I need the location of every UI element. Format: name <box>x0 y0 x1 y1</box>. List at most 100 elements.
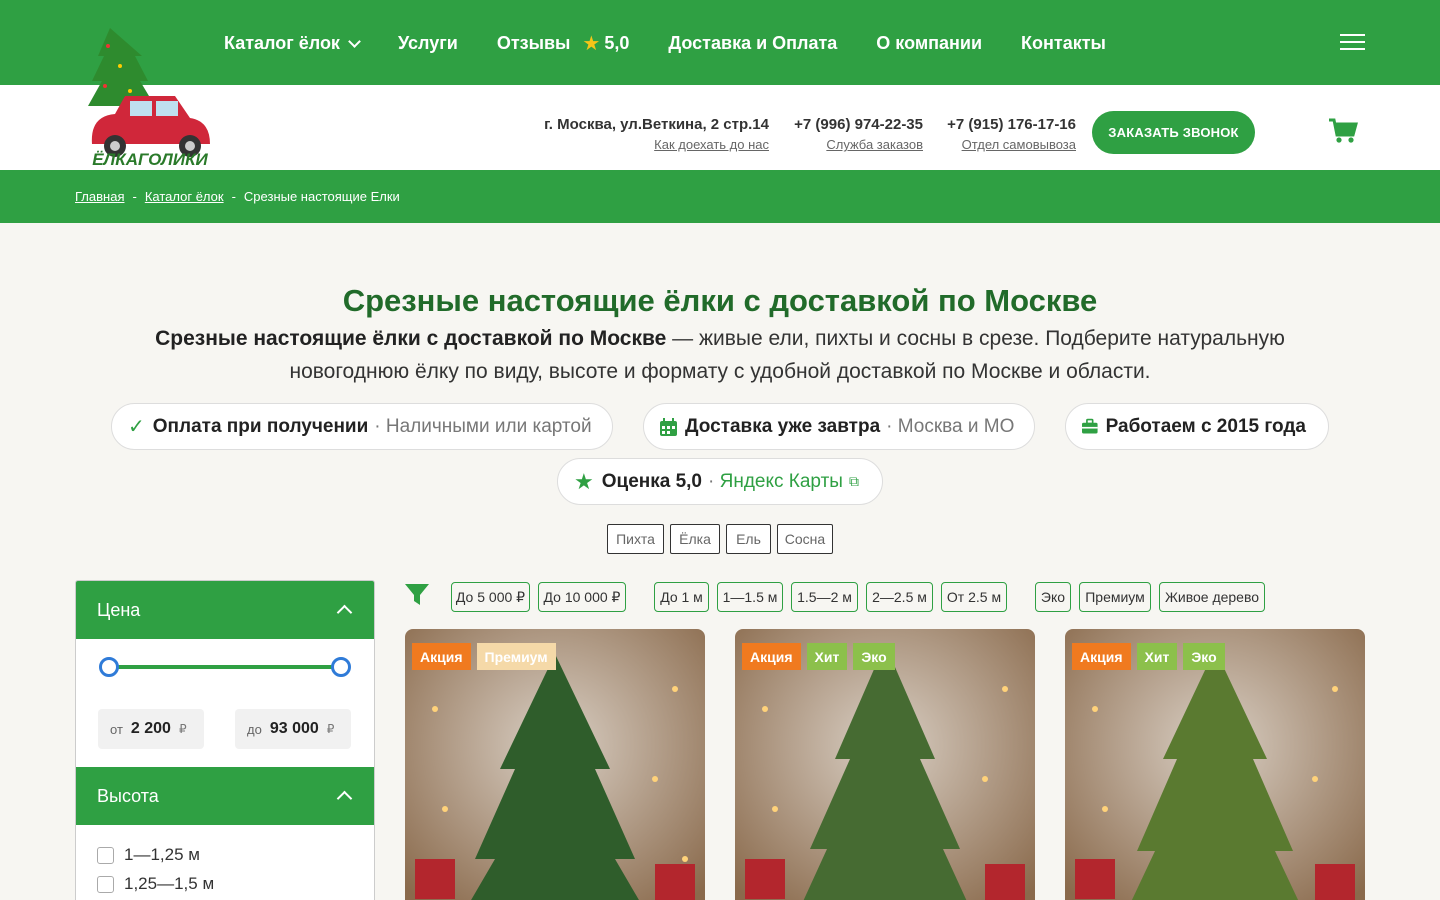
filter-icon[interactable] <box>405 584 429 611</box>
badge-premium: Премиум <box>476 643 556 670</box>
nav-rating: 5,0 <box>604 33 630 53</box>
filter-live-tree[interactable]: Живое дерево <box>1159 582 1265 612</box>
price-to-value: 93 000 <box>269 720 319 737</box>
briefcase-icon <box>1082 418 1098 434</box>
cart-icon[interactable] <box>1328 118 1358 144</box>
check-icon: ✓ <box>128 416 145 438</box>
calendar-icon <box>660 417 677 436</box>
feature-title: Работаем с 2015 года <box>1105 415 1306 437</box>
star-icon: ★ <box>582 33 601 55</box>
badge-promo: Акция <box>1072 643 1131 670</box>
order-call-button[interactable]: ЗАКАЗАТЬ ЗВОНОК <box>1092 111 1255 154</box>
price-from-field[interactable]: от 2 200 ₽ <box>98 709 204 749</box>
nav-delivery[interactable]: Доставка и Оплата <box>668 33 837 54</box>
breadcrumb-home[interactable]: Главная <box>75 189 124 204</box>
badges: Акция Премиум <box>412 643 562 670</box>
breadcrumb-separator: - <box>132 189 137 204</box>
nav-reviews[interactable]: Отзывы ★ 5,0 <box>497 31 630 56</box>
price-slider-min-handle[interactable] <box>99 657 119 677</box>
filter-height-2.5[interactable]: От 2.5 м <box>941 582 1007 612</box>
yandex-maps-link[interactable]: Яндекс Карты <box>720 471 843 493</box>
filter-height-2-2.5[interactable]: 2—2.5 м <box>866 582 933 612</box>
feature-title: Оплата при получении <box>152 415 369 437</box>
nav-services[interactable]: Услуги <box>398 33 458 54</box>
nav-catalog-label: Каталог ёлок <box>224 33 340 53</box>
lead-bold: Срезные настоящие ёлки с доставкой по Мо… <box>155 327 667 350</box>
logo[interactable]: ЁЛКАГОЛИКИ <box>80 26 220 169</box>
filter-premium[interactable]: Премиум <box>1079 582 1151 612</box>
tag-elka[interactable]: Ёлка <box>670 524 720 554</box>
price-slider-max-handle[interactable] <box>331 657 351 677</box>
page-lead: Срезные настоящие ёлки с доставкой по Мо… <box>120 322 1320 388</box>
address-text: г. Москва, ул.Веткина, 2 стр.14 <box>544 116 769 133</box>
feature-rating[interactable]: ★ Оценка 5,0 · Яндекс Карты ⧉ <box>557 458 883 505</box>
feature-dot: · <box>708 470 720 492</box>
badge-eco: Эко <box>1183 643 1225 670</box>
badge-promo: Акция <box>412 643 471 670</box>
height-checkbox[interactable]: 1—1,25 м <box>97 845 200 865</box>
price-section-title: Цена <box>97 599 141 620</box>
breadcrumb-current: Срезные настоящие Елки <box>243 189 400 204</box>
menu-icon[interactable] <box>1340 34 1365 52</box>
currency: ₽ <box>326 722 335 736</box>
external-link-icon: ⧉ <box>848 473 859 489</box>
price-slider[interactable] <box>76 639 374 699</box>
filter-height-1-1.5[interactable]: 1—1.5 м <box>717 582 783 612</box>
product-card[interactable]: Акция Хит Эко <box>1065 629 1365 900</box>
feature-title: Доставка уже завтра <box>685 415 881 437</box>
breadcrumb-catalog[interactable]: Каталог ёлок <box>145 189 224 204</box>
price-to-field[interactable]: до 93 000 ₽ <box>235 709 351 749</box>
page-title: Срезные настоящие ёлки с доставкой по Мо… <box>342 283 1098 318</box>
currency: ₽ <box>178 722 187 736</box>
breadcrumb-separator: - <box>231 189 236 204</box>
height-section-header[interactable]: Высота <box>76 767 374 825</box>
filter-price-10000[interactable]: До 10 000 ₽ <box>538 582 626 612</box>
logo-text: ЁЛКАГОЛИКИ <box>92 150 208 166</box>
feature-sub: Москва и МО <box>897 415 1015 437</box>
address-block: г. Москва, ул.Веткина, 2 стр.14 Как доех… <box>544 116 769 152</box>
checkbox[interactable] <box>97 875 114 893</box>
feature-dot: · <box>886 415 898 437</box>
breadcrumb: Главная - Каталог ёлок - Срезные настоящ… <box>0 170 1440 223</box>
filter-eco[interactable]: Эко <box>1035 582 1071 612</box>
chevron-up-icon <box>336 790 353 807</box>
filter-price-5000[interactable]: До 5 000 ₽ <box>451 582 530 612</box>
phone2-link[interactable]: Отдел самовывоза <box>962 137 1076 152</box>
filter-height-1[interactable]: До 1 м <box>654 582 709 612</box>
main-nav: Каталог ёлок Услуги Отзывы ★ 5,0 Доставка … <box>224 31 1145 56</box>
badges: Акция Хит Эко <box>742 643 901 670</box>
address-link[interactable]: Как доехать до нас <box>654 137 769 152</box>
checkbox-label: 1,25—1,5 м <box>124 874 215 893</box>
badge-hit: Хит <box>1136 643 1178 670</box>
feature-dot: · <box>374 415 386 437</box>
nav-contacts[interactable]: Контакты <box>1021 33 1106 54</box>
chevron-up-icon <box>336 604 353 621</box>
nav-catalog[interactable]: Каталог ёлок <box>224 33 361 54</box>
height-checkbox[interactable]: 1,25—1,5 м <box>97 874 214 894</box>
nav-about[interactable]: О компании <box>876 33 982 54</box>
feature-payment: ✓ Оплата при получении · Наличными или к… <box>111 403 613 450</box>
checkbox-label: 1—1,25 м <box>124 845 200 864</box>
phone2-text[interactable]: +7 (915) 176-17-16 <box>947 116 1076 133</box>
phone1-link[interactable]: Служба заказов <box>826 137 923 152</box>
phone1-block: +7 (996) 974-22-35 Служба заказов <box>794 116 923 152</box>
filter-sidebar: Цена от 2 200 ₽ до 93 000 ₽ Высота 1—1,2… <box>75 580 375 900</box>
tag-el[interactable]: Ель <box>726 524 771 554</box>
filter-height-1.5-2[interactable]: 1.5—2 м <box>791 582 858 612</box>
product-card[interactable]: Акция Хит Эко <box>735 629 1035 900</box>
feature-delivery: Доставка уже завтра · Москва и МО <box>643 403 1035 450</box>
price-from-label: от <box>110 721 123 737</box>
height-section-title: Высота <box>97 785 159 806</box>
tag-pikhta[interactable]: Пихта <box>607 524 664 554</box>
badges: Акция Хит Эко <box>1072 643 1231 670</box>
phone1-text[interactable]: +7 (996) 974-22-35 <box>794 116 923 133</box>
badge-promo: Акция <box>742 643 801 670</box>
price-section-header[interactable]: Цена <box>76 581 374 639</box>
checkbox[interactable] <box>97 846 114 864</box>
badge-eco: Эко <box>853 643 895 670</box>
star-icon: ★ <box>574 468 594 494</box>
product-card[interactable]: Акция Премиум <box>405 629 705 900</box>
price-slider-track <box>109 665 341 669</box>
badge-hit: Хит <box>806 643 848 670</box>
tag-sosna[interactable]: Сосна <box>777 524 833 554</box>
